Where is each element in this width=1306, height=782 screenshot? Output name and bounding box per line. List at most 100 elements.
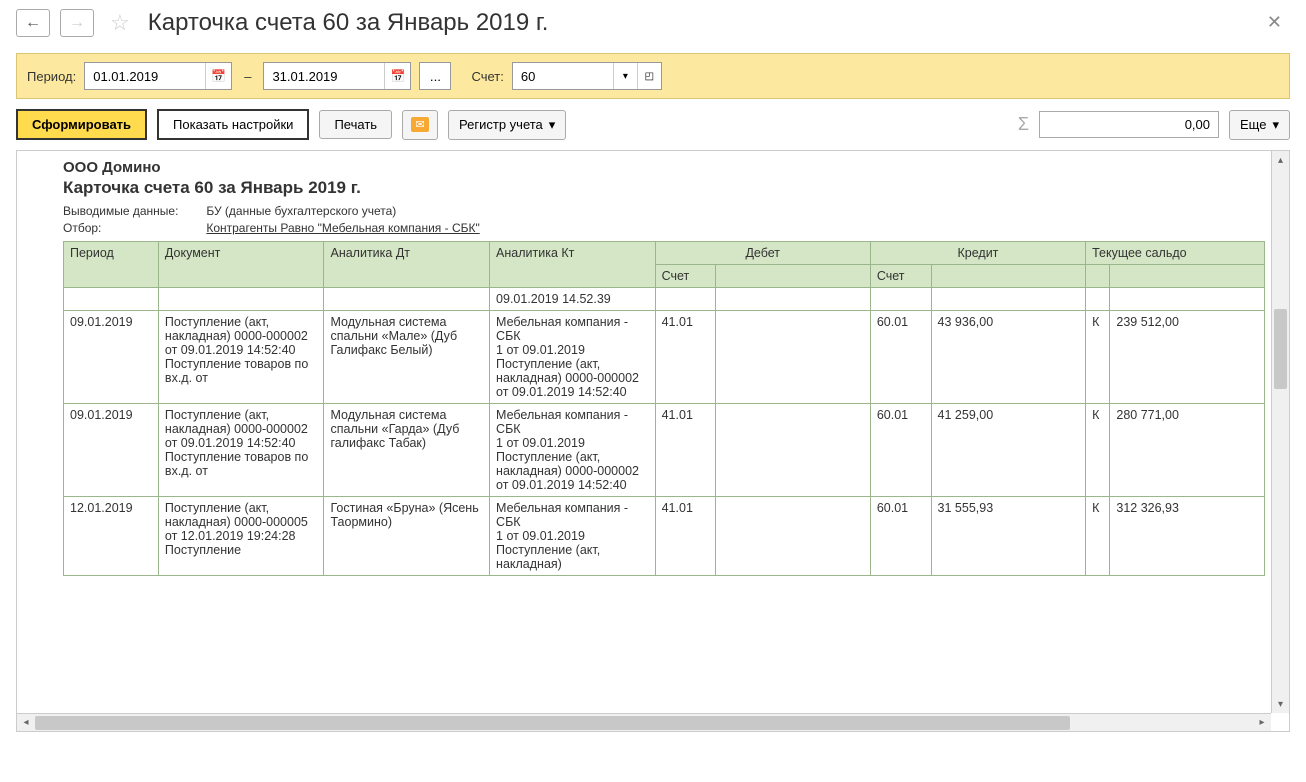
sum-input[interactable] <box>1039 111 1219 138</box>
nav-forward-button[interactable]: → <box>60 9 94 37</box>
scroll-up-icon[interactable]: ▴ <box>1272 151 1289 169</box>
table-row[interactable]: 12.01.2019Поступление (акт, накладная) 0… <box>64 497 1265 576</box>
header-row-1: Период Документ Аналитика Дт Аналитика К… <box>64 242 1265 265</box>
cell-partial-akt: 09.01.2019 14.52.39 <box>490 288 656 311</box>
cell-debit-amt <box>716 311 871 404</box>
register-button[interactable]: Регистр учета ▾ <box>448 110 566 140</box>
table-row-partial: 09.01.2019 14.52.39 <box>64 288 1265 311</box>
col-credit-amt <box>931 265 1086 288</box>
account-wrap: ▾ ◰ <box>512 62 662 90</box>
vscroll-thumb[interactable] <box>1274 309 1287 389</box>
email-button[interactable]: ✉ <box>402 110 438 140</box>
col-analytics-dt: Аналитика Дт <box>324 242 490 288</box>
scroll-left-icon[interactable]: ◂ <box>17 714 35 731</box>
cell-credit-acct: 60.01 <box>870 404 931 497</box>
report-title: Карточка счета 60 за Январь 2019 г. <box>63 178 1265 198</box>
cell-dc: К <box>1086 404 1110 497</box>
cell-debit-amt <box>716 404 871 497</box>
col-document: Документ <box>158 242 324 288</box>
toolbar: Сформировать Показать настройки Печать ✉… <box>0 99 1306 150</box>
period-dash: – <box>244 69 251 84</box>
cell-document: Поступление (акт, накладная) 0000-000002… <box>158 311 324 404</box>
sigma-icon: Σ <box>1018 114 1029 135</box>
cell-balance: 312 326,93 <box>1110 497 1265 576</box>
output-data-value: БУ (данные бухгалтерского учета) <box>206 204 396 218</box>
date-from-wrap: 📅 <box>84 62 232 90</box>
scroll-down-icon[interactable]: ▾ <box>1272 695 1289 713</box>
col-balance: Текущее сальдо <box>1086 242 1265 265</box>
vertical-scrollbar[interactable]: ▴ ▾ <box>1271 151 1289 713</box>
cell-credit-acct: 60.01 <box>870 497 931 576</box>
cell-period: 09.01.2019 <box>64 311 159 404</box>
col-debit-amt <box>716 265 871 288</box>
cell-period: 09.01.2019 <box>64 404 159 497</box>
close-icon[interactable]: ✕ <box>1259 8 1290 37</box>
col-bal-amt <box>1110 265 1265 288</box>
cell-dc: К <box>1086 311 1110 404</box>
col-analytics-kt: Аналитика Кт <box>490 242 656 288</box>
filter-row: Отбор: Контрагенты Равно "Мебельная комп… <box>63 221 1265 235</box>
favorite-star-icon[interactable]: ☆ <box>110 10 130 36</box>
register-label: Регистр учета <box>459 117 543 132</box>
account-open-icon[interactable]: ◰ <box>637 63 661 89</box>
more-button[interactable]: Еще▾ <box>1229 110 1290 140</box>
report-scroll[interactable]: ООО Домино Карточка счета 60 за Январь 2… <box>17 151 1289 731</box>
cell-period: 12.01.2019 <box>64 497 159 576</box>
calendar-to-icon[interactable]: 📅 <box>384 63 410 89</box>
cell-debit-acct: 41.01 <box>655 497 716 576</box>
calendar-from-icon[interactable]: 📅 <box>205 63 231 89</box>
col-credit-acct: Счет <box>870 265 931 288</box>
date-from-input[interactable] <box>85 64 205 89</box>
cell-debit-amt <box>716 497 871 576</box>
col-period: Период <box>64 242 159 288</box>
account-input[interactable] <box>513 64 613 89</box>
col-debit-acct: Счет <box>655 265 716 288</box>
cell-balance: 239 512,00 <box>1110 311 1265 404</box>
cell-debit-acct: 41.01 <box>655 404 716 497</box>
generate-button[interactable]: Сформировать <box>16 109 147 140</box>
cell-analytics-kt: Мебельная компания - СБК 1 от 09.01.2019… <box>490 404 656 497</box>
report-area: ООО Домино Карточка счета 60 за Январь 2… <box>16 150 1290 732</box>
date-to-wrap: 📅 <box>263 62 411 90</box>
more-label: Еще <box>1240 117 1266 132</box>
horizontal-scrollbar[interactable]: ◂ ▸ <box>17 713 1271 731</box>
cell-dc: К <box>1086 497 1110 576</box>
cell-document: Поступление (акт, накладная) 0000-000002… <box>158 404 324 497</box>
org-name: ООО Домино <box>63 159 1265 176</box>
col-debit: Дебет <box>655 242 870 265</box>
period-bar: Период: 📅 – 📅 ... Счет: ▾ ◰ <box>16 53 1290 99</box>
account-label: Счет: <box>471 69 503 84</box>
cell-credit-amt: 41 259,00 <box>931 404 1086 497</box>
page-title: Карточка счета 60 за Январь 2019 г. <box>148 9 549 37</box>
hscroll-thumb[interactable] <box>35 716 1070 730</box>
col-dc <box>1086 265 1110 288</box>
period-label: Период: <box>27 69 76 84</box>
filter-value[interactable]: Контрагенты Равно "Мебельная компания - … <box>206 221 479 235</box>
cell-credit-acct: 60.01 <box>870 311 931 404</box>
cell-analytics-kt: Мебельная компания - СБК 1 от 09.01.2019… <box>490 497 656 576</box>
report-table: Период Документ Аналитика Дт Аналитика К… <box>63 241 1265 576</box>
account-dropdown-icon[interactable]: ▾ <box>613 63 637 89</box>
cell-credit-amt: 31 555,93 <box>931 497 1086 576</box>
output-data-label: Выводимые данные: <box>63 204 203 218</box>
filter-label: Отбор: <box>63 221 203 235</box>
table-row[interactable]: 09.01.2019Поступление (акт, накладная) 0… <box>64 311 1265 404</box>
chevron-down-icon: ▾ <box>549 117 556 133</box>
col-credit: Кредит <box>870 242 1085 265</box>
cell-debit-acct: 41.01 <box>655 311 716 404</box>
cell-credit-amt: 43 936,00 <box>931 311 1086 404</box>
cell-analytics-kt: Мебельная компания - СБК 1 от 09.01.2019… <box>490 311 656 404</box>
cell-analytics-dt: Гостиная «Бруна» (Ясень Таормино) <box>324 497 490 576</box>
nav-back-button[interactable]: ← <box>16 9 50 37</box>
cell-document: Поступление (акт, накладная) 0000-000005… <box>158 497 324 576</box>
period-picker-button[interactable]: ... <box>419 62 451 90</box>
cell-balance: 280 771,00 <box>1110 404 1265 497</box>
table-row[interactable]: 09.01.2019Поступление (акт, накладная) 0… <box>64 404 1265 497</box>
output-data-row: Выводимые данные: БУ (данные бухгалтерск… <box>63 204 1265 218</box>
show-settings-button[interactable]: Показать настройки <box>157 109 309 140</box>
print-button[interactable]: Печать <box>319 110 392 139</box>
cell-analytics-dt: Модульная система спальни «Гарда» (Дуб г… <box>324 404 490 497</box>
scroll-right-icon[interactable]: ▸ <box>1253 714 1271 731</box>
mail-icon: ✉ <box>411 117 428 132</box>
date-to-input[interactable] <box>264 64 384 89</box>
